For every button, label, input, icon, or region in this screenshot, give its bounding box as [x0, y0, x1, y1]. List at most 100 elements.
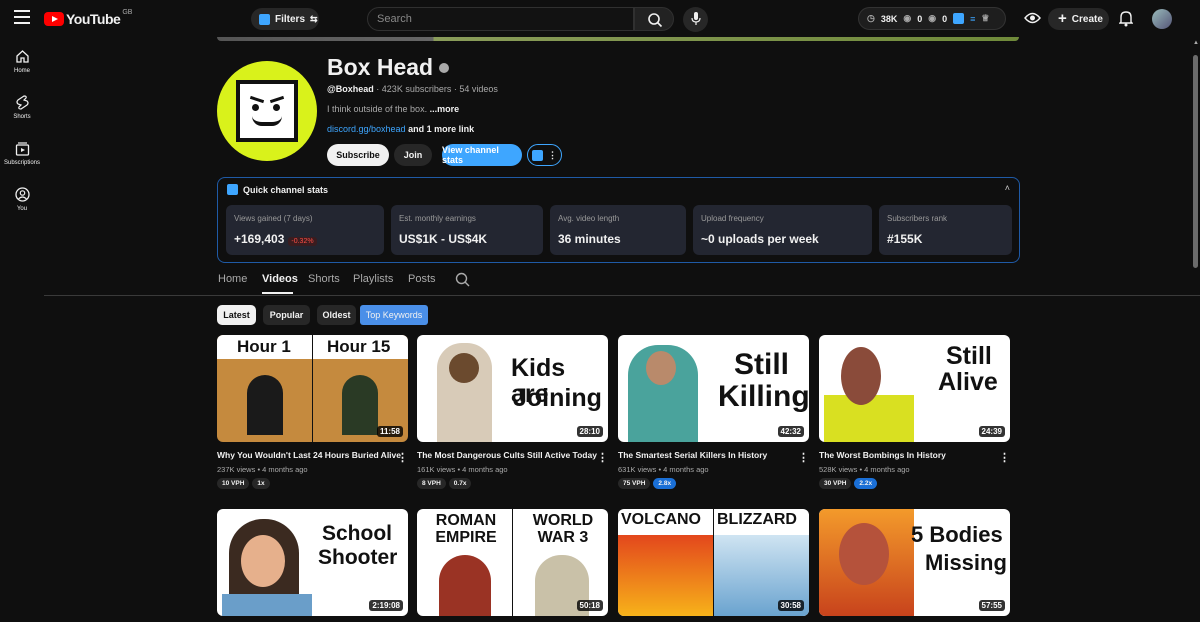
- thumb-text: Hour 15: [327, 337, 391, 356]
- verified-icon: [439, 62, 450, 73]
- more-vert-icon[interactable]: ⋮: [397, 451, 408, 464]
- account-avatar[interactable]: [1152, 9, 1172, 29]
- scroll-up-arrow[interactable]: ▲: [1193, 40, 1199, 46]
- video-thumbnail[interactable]: Kids are Joining 28:10: [417, 335, 608, 442]
- visibility-icon[interactable]: [1024, 11, 1041, 25]
- tab-playlists[interactable]: Playlists: [353, 273, 393, 285]
- plus-icon: +: [1058, 10, 1067, 27]
- video-title[interactable]: Why You Wouldn't Last 24 Hours Buried Al…: [217, 450, 401, 460]
- subscriptions-icon: [15, 142, 29, 156]
- youtube-logo[interactable]: YouTube GB: [44, 9, 132, 27]
- more-vert-icon[interactable]: ⋮: [798, 451, 809, 464]
- chip-latest[interactable]: Latest: [217, 305, 256, 325]
- video-card[interactable]: 5 Bodies Missing 57:55: [819, 509, 1010, 616]
- video-card[interactable]: Kids are Joining 28:10 The Most Dangerou…: [417, 335, 608, 489]
- channel-description[interactable]: I think outside of the box. ...more: [327, 104, 459, 114]
- video-thumbnail[interactable]: ROMAN EMPIRE WORLD WAR 3 50:18: [417, 509, 608, 616]
- video-title[interactable]: The Worst Bombings In History: [819, 450, 999, 460]
- tab-home[interactable]: Home: [218, 273, 247, 285]
- video-card[interactable]: School Shooter 2:19:08: [217, 509, 408, 616]
- stat-value: US$1K - US$4K: [399, 232, 488, 246]
- voice-search-button[interactable]: [683, 7, 708, 32]
- nav-item-you[interactable]: You: [0, 187, 44, 212]
- list-icon[interactable]: ≡: [970, 14, 975, 24]
- extension-stats-pill[interactable]: ◷ 38K ◉ 0 ◉ 0 ≡ ♕: [858, 7, 1006, 30]
- nav-item-shorts[interactable]: Shorts: [0, 95, 44, 120]
- more-vert-icon[interactable]: ⋮: [597, 451, 608, 464]
- nav-item-subscriptions[interactable]: Subscriptions: [0, 141, 44, 166]
- thumb-text: Joining: [513, 384, 602, 412]
- chip-popular[interactable]: Popular: [263, 305, 310, 325]
- extension-icon[interactable]: [953, 13, 965, 24]
- video-card[interactable]: Still Killing 42:32 The Smartest Serial …: [618, 335, 809, 489]
- extension-icon: [259, 13, 270, 25]
- thumb-text: Alive: [938, 368, 998, 396]
- video-thumbnail[interactable]: 5 Bodies Missing 57:55: [819, 509, 1010, 616]
- search-input[interactable]: Search: [367, 7, 634, 31]
- video-card[interactable]: Still Alive 24:39 The Worst Bombings In …: [819, 335, 1010, 489]
- create-button[interactable]: + Create: [1048, 8, 1109, 30]
- likes-count: 0: [917, 13, 923, 24]
- quick-channel-stats-panel: Quick channel stats ˄ Views gained (7 da…: [217, 177, 1020, 263]
- filters-label: Filters: [275, 13, 306, 25]
- video-thumbnail[interactable]: Still Killing 42:32: [618, 335, 809, 442]
- thumb-text: School: [322, 522, 393, 545]
- chip-top-keywords[interactable]: Top Keywords: [360, 305, 428, 325]
- stat-value: 36 minutes: [558, 232, 621, 246]
- video-meta: 237K views • 4 months ago: [217, 465, 308, 474]
- eye-icon: ◉: [928, 13, 937, 23]
- search-button[interactable]: [634, 7, 674, 31]
- stat-card: Est. monthly earnings US$1K - US$4K: [391, 205, 543, 255]
- tab-posts[interactable]: Posts: [408, 273, 436, 285]
- nav-label: Home: [13, 68, 30, 74]
- video-thumbnail[interactable]: Still Alive 24:39: [819, 335, 1010, 442]
- video-duration: 57:55: [978, 600, 1005, 611]
- notifications-icon[interactable]: [1119, 10, 1133, 27]
- upload-age: 4 months ago: [864, 465, 910, 474]
- chevron-up-icon[interactable]: ˄: [1005, 183, 1010, 193]
- nav-label: Shorts: [13, 114, 31, 120]
- video-title[interactable]: The Smartest Serial Killers In History: [618, 450, 798, 460]
- video-card[interactable]: Hour 1 Hour 15 11:58 Why You Wouldn't La…: [217, 335, 408, 489]
- stat-label: Views gained (7 days): [234, 214, 313, 223]
- channel-search-icon[interactable]: [455, 272, 470, 287]
- video-card[interactable]: ROMAN EMPIRE WORLD WAR 3 50:18: [417, 509, 608, 616]
- video-thumbnail[interactable]: School Shooter 2:19:08: [217, 509, 408, 616]
- channel-avatar[interactable]: [217, 61, 317, 161]
- nav-item-home[interactable]: Home: [0, 49, 44, 74]
- view-channel-stats-button[interactable]: View channel stats: [442, 144, 522, 166]
- chip-oldest[interactable]: Oldest: [317, 305, 356, 325]
- extension-menu-button[interactable]: ⋮: [527, 144, 562, 166]
- description-text: I think outside of the box.: [327, 104, 428, 114]
- more-links[interactable]: and 1 more link: [408, 124, 474, 134]
- badges: 75 VPH 2.8x: [618, 478, 809, 489]
- eye-icon: ◉: [903, 13, 912, 23]
- scrollbar-thumb[interactable]: [1193, 55, 1198, 268]
- vph-badge: 75 VPH: [618, 478, 651, 489]
- channel-banner: [217, 37, 1019, 41]
- tab-videos[interactable]: Videos: [262, 273, 298, 285]
- panel-header[interactable]: Quick channel stats: [227, 184, 328, 195]
- multiplier-badge: 1x: [252, 478, 270, 489]
- video-thumbnail[interactable]: Hour 1 Hour 15 11:58: [217, 335, 408, 442]
- vph-badge: 8 VPH: [417, 478, 446, 489]
- search-icon: [648, 13, 663, 28]
- channel-name: Box Head: [327, 54, 450, 81]
- video-title[interactable]: The Most Dangerous Cults Still Active To…: [417, 450, 597, 460]
- trophy-icon[interactable]: ♕: [981, 13, 989, 24]
- video-card[interactable]: VOLCANO BLIZZARD 30:58: [618, 509, 809, 616]
- more-link[interactable]: ...more: [430, 104, 460, 114]
- more-vert-icon[interactable]: ⋮: [999, 451, 1010, 464]
- video-meta: 161K views • 4 months ago: [417, 465, 508, 474]
- discord-link[interactable]: discord.gg/boxhead: [327, 124, 406, 134]
- menu-icon[interactable]: [14, 10, 30, 24]
- youtube-play-icon: [44, 12, 64, 26]
- filters-button[interactable]: Filters ⇆: [251, 8, 319, 30]
- thumb-text: WORLD WAR 3: [532, 512, 594, 546]
- join-button[interactable]: Join: [394, 144, 432, 166]
- tab-shorts[interactable]: Shorts: [308, 273, 340, 285]
- subscribe-button[interactable]: Subscribe: [327, 144, 389, 166]
- video-thumbnail[interactable]: VOLCANO BLIZZARD 30:58: [618, 509, 809, 616]
- you-icon: [14, 187, 30, 202]
- stat-card: Subscribers rank #155K: [879, 205, 1012, 255]
